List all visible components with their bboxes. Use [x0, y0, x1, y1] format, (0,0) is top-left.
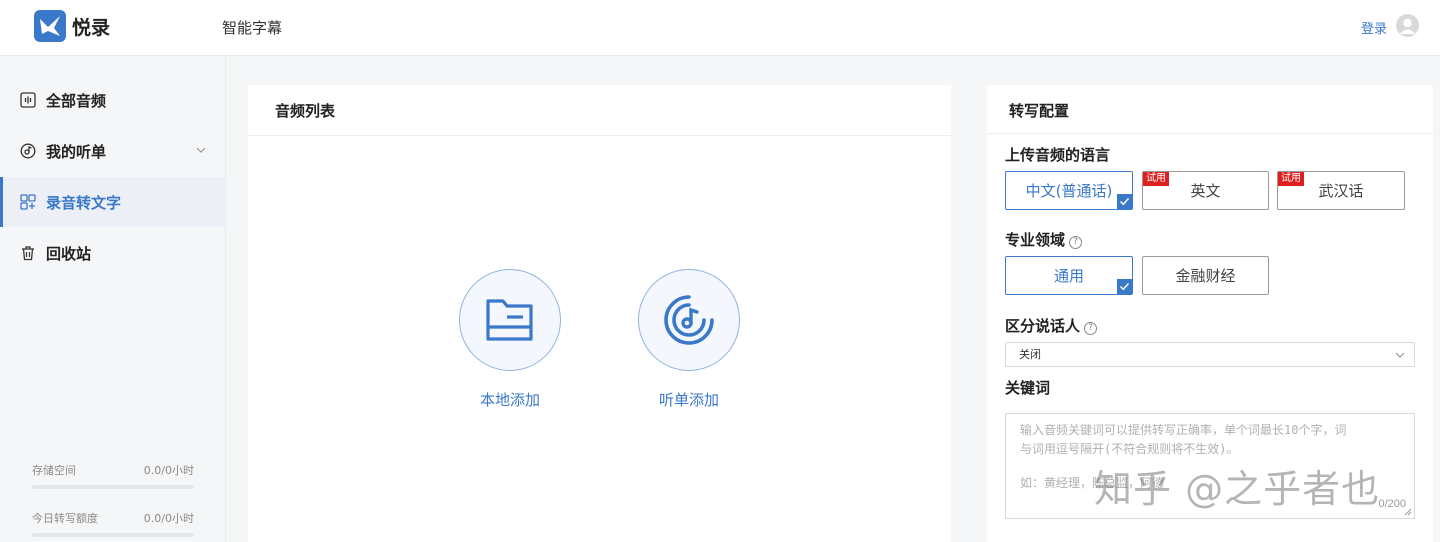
option-label: 英文	[1190, 182, 1221, 200]
audio-list-panel: 音频列表 本地添加 听单添加	[248, 85, 951, 542]
storage-value: 0.0/0小时	[143, 464, 194, 477]
trash-icon	[20, 245, 36, 261]
music-disc-icon	[664, 295, 714, 345]
music-disc-icon	[20, 143, 36, 159]
language-option-mandarin[interactable]: 中文(普通话)	[1005, 171, 1133, 210]
sidebar-item-recycle-bin[interactable]: 回收站	[0, 228, 226, 278]
audio-list-title: 音频列表	[275, 102, 336, 120]
placeholder-line: 与词用逗号隔开(不符合规则将不生效)。	[1020, 442, 1239, 456]
quota-progress-bar	[32, 533, 194, 537]
storage-progress-bar	[32, 485, 194, 489]
language-label: 上传音频的语言	[1005, 146, 1111, 164]
domain-option-general[interactable]: 通用	[1005, 256, 1133, 295]
local-add-label[interactable]: 本地添加	[450, 389, 570, 410]
trial-badge: 试用	[1278, 172, 1304, 186]
sidebar-item-all-audio[interactable]: 全部音频	[0, 75, 226, 125]
quota-label: 今日转写额度	[32, 512, 98, 525]
resize-handle-icon[interactable]	[1404, 508, 1412, 516]
option-label: 中文(普通话)	[1025, 182, 1113, 200]
playlist-add-button[interactable]	[638, 269, 740, 371]
check-icon	[1117, 279, 1132, 294]
language-option-english[interactable]: 试用 英文	[1142, 171, 1269, 210]
watermark: 知乎 @之乎者也	[1094, 467, 1381, 511]
login-link[interactable]: 登录	[1361, 18, 1387, 37]
option-label: 武汉话	[1318, 182, 1364, 200]
check-icon	[1117, 194, 1132, 209]
option-label: 通用	[1053, 267, 1084, 285]
speaker-select-value: 关闭	[1019, 348, 1041, 361]
sidebar-item-label: 我的听单	[46, 142, 107, 161]
domain-label-text: 专业领域	[1005, 231, 1066, 249]
quota-info: 今日转写额度 0.0/0小时	[32, 510, 194, 526]
storage-info: 存储空间 0.0/0小时	[32, 462, 194, 478]
sidebar-item-transcribe[interactable]: 录音转文字	[0, 177, 226, 227]
chevron-down-icon	[1395, 352, 1405, 358]
sidebar: 全部音频 我的听单 录音转文字 回收站 存储空间 0.0/0小时 今日转写额度 …	[0, 56, 226, 542]
speaker-select[interactable]: 关闭	[1005, 342, 1415, 367]
yuelu-logo-icon[interactable]	[34, 10, 66, 42]
panel-divider	[248, 135, 951, 136]
folder-icon	[486, 299, 533, 341]
sidebar-item-label: 录音转文字	[46, 193, 122, 212]
brand-name: 悦录	[72, 17, 111, 39]
char-counter: 0/200	[1378, 498, 1406, 510]
help-icon[interactable]: ?	[1069, 236, 1083, 249]
sidebar-item-label: 回收站	[46, 244, 92, 263]
keywords-label: 关键词	[1005, 379, 1051, 397]
domain-option-finance[interactable]: 金融财经	[1142, 256, 1269, 295]
page-title: 智能字幕	[222, 19, 283, 37]
quota-value: 0.0/0小时	[143, 512, 194, 525]
user-avatar-icon[interactable]	[1396, 14, 1419, 37]
storage-label: 存储空间	[32, 464, 76, 477]
chevron-down-icon[interactable]	[196, 145, 206, 155]
trial-badge: 试用	[1143, 172, 1169, 186]
help-icon[interactable]: ?	[1084, 322, 1098, 335]
audio-wave-icon	[20, 92, 36, 108]
placeholder-line: 输入音频关键词可以提供转写正确率，单个词最长10个字，词	[1020, 423, 1347, 437]
top-header: 悦录 智能字幕 登录	[0, 0, 1440, 56]
speaker-label: 区分说话人?	[1005, 315, 1098, 336]
speaker-label-text: 区分说话人	[1005, 317, 1081, 335]
option-label: 金融财经	[1175, 267, 1236, 285]
playlist-add-label[interactable]: 听单添加	[629, 389, 749, 410]
domain-label: 专业领域?	[1005, 229, 1083, 250]
sidebar-item-my-playlist[interactable]: 我的听单	[0, 126, 226, 176]
sidebar-item-label: 全部音频	[46, 91, 107, 110]
config-title: 转写配置	[1009, 102, 1070, 120]
transcribe-icon	[20, 194, 36, 210]
local-add-button[interactable]	[459, 269, 561, 371]
panel-divider	[987, 133, 1433, 134]
language-option-wuhan[interactable]: 试用 武汉话	[1277, 171, 1405, 210]
